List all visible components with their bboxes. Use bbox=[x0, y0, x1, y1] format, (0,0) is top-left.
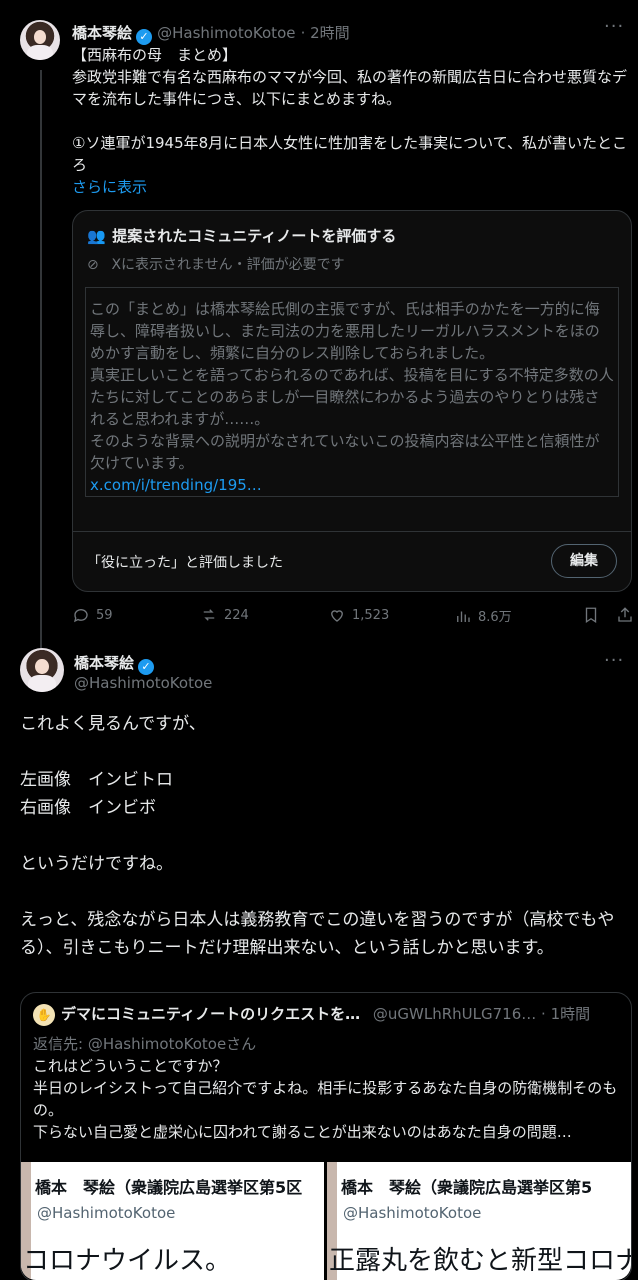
bookmark-icon bbox=[585, 607, 597, 624]
author-name[interactable]: 橋本琴絵 bbox=[74, 654, 134, 672]
rating-status: 「役に立った」と評価しました bbox=[87, 555, 283, 571]
share-button[interactable] bbox=[616, 606, 634, 624]
show-more-link[interactable]: さらに表示 bbox=[72, 176, 147, 197]
quote-header: ✋ デマにコミュニティノートのリクエストを… @uGWLhRhULG716… · … bbox=[33, 1003, 619, 1027]
reply-icon bbox=[73, 609, 88, 623]
like-count: 1,523 bbox=[352, 607, 390, 623]
thread-line bbox=[40, 70, 42, 650]
repost-button[interactable]: 224 bbox=[200, 606, 249, 624]
quote-image-right[interactable]: 橋本 琴絵（衆議院広島選挙区第5 @HashimotoKotoe 正露丸を飲むと… bbox=[327, 1162, 631, 1280]
reply-count: 59 bbox=[96, 607, 113, 623]
avatar[interactable] bbox=[20, 20, 60, 60]
quote-reply-to: 返信先: @HashimotoKotoeさん bbox=[33, 1035, 257, 1053]
like-button[interactable]: 1,523 bbox=[328, 606, 389, 624]
tweet-time[interactable]: · 2時間 bbox=[301, 24, 350, 42]
note-subtitle: Xに表示されません・評価が必要です bbox=[111, 257, 345, 273]
note-link[interactable]: x.com/i/trending/195… bbox=[90, 476, 614, 494]
note-title: 提案されたコミュニティノートを評価する bbox=[112, 227, 397, 245]
tweet-actions: 59 224 1,523 8.6万 bbox=[72, 606, 632, 628]
quote-author-handle: @uGWLhRhULG716… bbox=[372, 1005, 537, 1023]
views-button[interactable]: 8.6万 bbox=[454, 606, 512, 625]
quote-image-left[interactable]: 橋本 琴絵（衆議院広島選挙区第5区 @HashimotoKotoe コロナウイル… bbox=[21, 1162, 324, 1280]
author-handle[interactable]: @HashimotoKotoe bbox=[157, 24, 295, 42]
note-body: この「まとめ」は橋本琴絵氏側の主張ですが、氏は相手のかたを一方的に侮辱し、障碍者… bbox=[90, 300, 614, 472]
thumb-handle: @HashimotoKotoe bbox=[37, 1204, 176, 1222]
quote-author-name: デマにコミュニティノートのリクエストを… bbox=[61, 1005, 361, 1023]
author-handle[interactable]: @HashimotoKotoe bbox=[74, 674, 212, 692]
tweet2-header-name: 橋本琴絵 ✓ bbox=[74, 652, 155, 675]
quote-text: これはどういうことですか？ 半日のレイシストって自己紹介ですよね。相手に投影する… bbox=[33, 1057, 618, 1141]
tweet2-text: これよく見るんですが、 左画像 インビトロ 右画像 インビボ というだけですね。… bbox=[20, 714, 615, 958]
thumb-handle: @HashimotoKotoe bbox=[343, 1204, 482, 1222]
more-options-icon[interactable]: ··· bbox=[604, 16, 624, 37]
thumb-text: 正露丸を飲むと新型コロナ bbox=[329, 1246, 631, 1276]
note-content: この「まとめ」は橋本琴絵氏側の主張ですが、氏は相手のかたを一方的に侮辱し、障碍者… bbox=[85, 287, 619, 497]
community-note-card: 👥 提案されたコミュニティノートを評価する ⊘ Xに表示されません・評価が必要で… bbox=[72, 210, 632, 592]
verified-icon: ✓ bbox=[138, 659, 155, 675]
quote-avatar-icon: ✋ bbox=[33, 1003, 55, 1026]
tweet1-text: 【西麻布の母 まとめ】 参政党非難で有名な西麻布のママが今回、私の著作の新聞広告… bbox=[72, 46, 628, 174]
quote-time: · 1時間 bbox=[541, 1005, 591, 1023]
share-icon bbox=[618, 607, 632, 622]
thumb-text: コロナウイルス。 bbox=[23, 1246, 232, 1276]
more-options-icon[interactable]: ··· bbox=[604, 650, 624, 671]
bookmark-button[interactable] bbox=[582, 606, 600, 624]
quote-body: 返信先: @HashimotoKotoeさん これはどういうことですか？ 半日の… bbox=[33, 1033, 619, 1143]
repost-count: 224 bbox=[224, 607, 249, 623]
views-icon bbox=[457, 611, 470, 622]
thumb-name: 橋本 琴絵（衆議院広島選挙区第5 bbox=[341, 1178, 593, 1197]
eye-off-icon: ⊘ bbox=[87, 257, 99, 273]
verified-icon: ✓ bbox=[136, 29, 153, 45]
thumb-name: 橋本 琴絵（衆議院広島選挙区第5区 bbox=[35, 1178, 303, 1197]
reply-button[interactable]: 59 bbox=[72, 606, 113, 624]
tweet1-header: 橋本琴絵 ✓ @HashimotoKotoe · 2時間 bbox=[72, 22, 592, 45]
note-subtitle-row: ⊘ Xに表示されません・評価が必要です bbox=[87, 254, 617, 274]
edit-rating-button[interactable]: 編集 bbox=[551, 544, 617, 578]
repost-icon bbox=[203, 609, 215, 621]
note-footer: 「役に立った」と評価しました 編集 bbox=[73, 531, 631, 591]
heart-icon bbox=[331, 610, 343, 622]
avatar[interactable] bbox=[20, 648, 64, 692]
note-title-row[interactable]: 👥 提案されたコミュニティノートを評価する bbox=[87, 225, 617, 246]
author-name[interactable]: 橋本琴絵 bbox=[72, 24, 132, 42]
view-count: 8.6万 bbox=[478, 610, 512, 625]
people-icon: 👥 bbox=[87, 227, 106, 245]
